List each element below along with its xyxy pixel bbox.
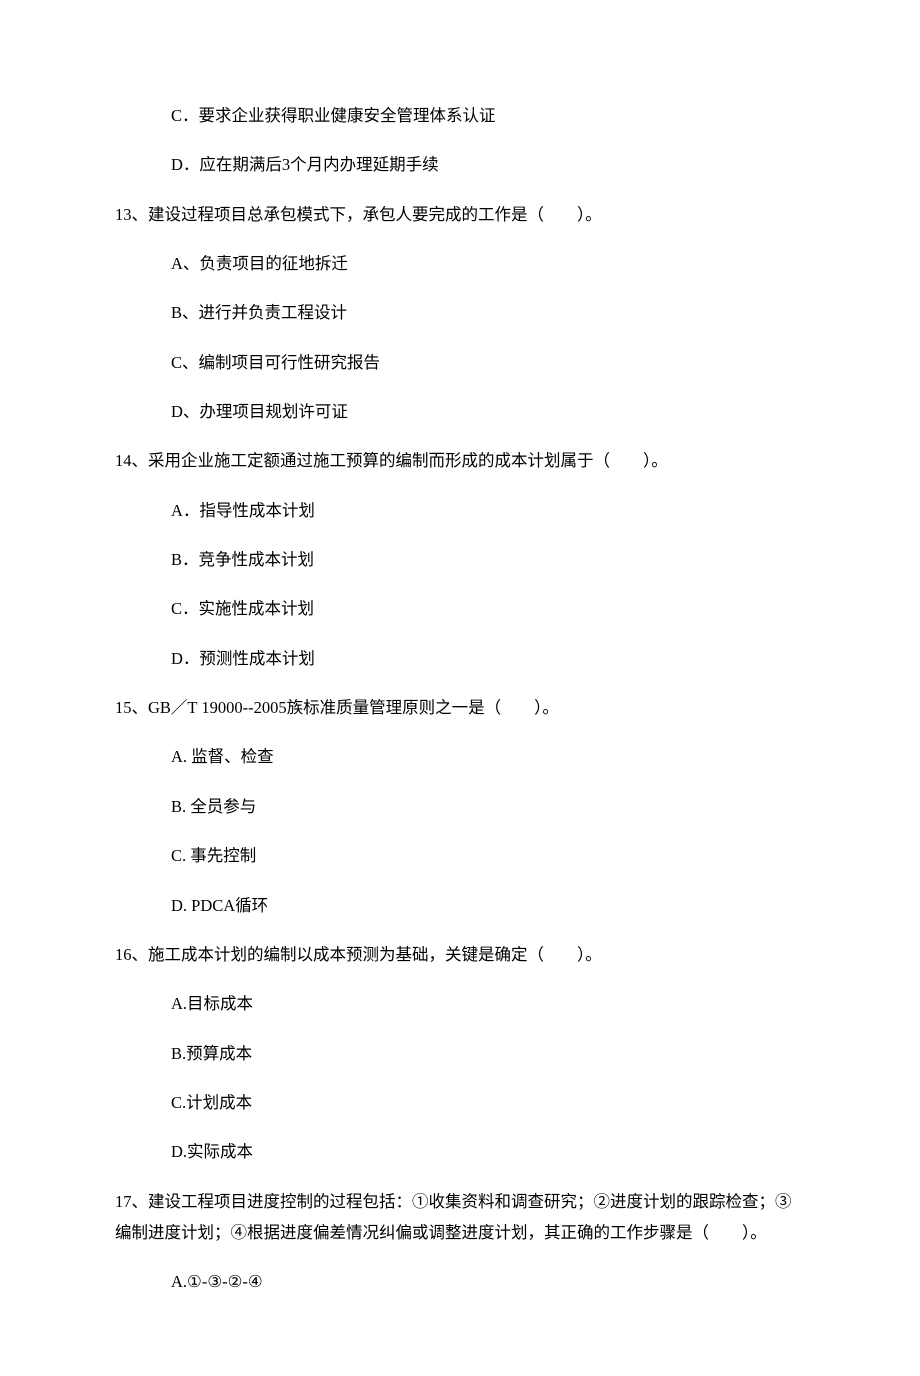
question-stem: 建设工程项目进度控制的过程包括：①收集资料和调查研究；②进度计划的跟踪检查；③编… bbox=[115, 1192, 792, 1242]
option-text: C．实施性成本计划 bbox=[171, 599, 314, 618]
orphan-option-d: D．应在期满后3个月内办理延期手续 bbox=[115, 149, 805, 180]
question-stem: 建设过程项目总承包模式下，承包人要完成的工作是（ ）。 bbox=[148, 205, 602, 224]
option-text: A.目标成本 bbox=[171, 994, 253, 1013]
option-a: A、负责项目的征地拆迁 bbox=[115, 248, 805, 279]
question-number: 15、 bbox=[115, 698, 148, 717]
option-text: C、编制项目可行性研究报告 bbox=[171, 353, 380, 372]
option-text: B、进行并负责工程设计 bbox=[171, 303, 347, 322]
question-number: 14、 bbox=[115, 451, 148, 470]
question-stem: 施工成本计划的编制以成本预测为基础，关键是确定（ ）。 bbox=[148, 945, 602, 964]
option-text: A．指导性成本计划 bbox=[171, 501, 315, 520]
question-13: 13、建设过程项目总承包模式下，承包人要完成的工作是（ ）。 A、负责项目的征地… bbox=[115, 199, 805, 428]
question-text: 14、采用企业施工定额通过施工预算的编制而形成的成本计划属于（ ）。 bbox=[115, 445, 805, 476]
option-text: B. 全员参与 bbox=[171, 797, 256, 816]
option-text: A. 监督、检查 bbox=[171, 747, 274, 766]
option-c: C.计划成本 bbox=[115, 1087, 805, 1118]
orphan-option-c: C．要求企业获得职业健康安全管理体系认证 bbox=[115, 100, 805, 131]
option-text: A、负责项目的征地拆迁 bbox=[171, 254, 348, 273]
option-text: D．预测性成本计划 bbox=[171, 649, 315, 668]
option-d: D. PDCA循环 bbox=[115, 890, 805, 921]
question-number: 16、 bbox=[115, 945, 148, 964]
option-d: D、办理项目规划许可证 bbox=[115, 396, 805, 427]
option-b: B、进行并负责工程设计 bbox=[115, 297, 805, 328]
question-text: 17、建设工程项目进度控制的过程包括：①收集资料和调查研究；②进度计划的跟踪检查… bbox=[115, 1186, 805, 1249]
option-a: A．指导性成本计划 bbox=[115, 495, 805, 526]
option-d: D．预测性成本计划 bbox=[115, 643, 805, 674]
question-number: 13、 bbox=[115, 205, 148, 224]
option-d: D.实际成本 bbox=[115, 1136, 805, 1167]
option-text: D. PDCA循环 bbox=[171, 896, 268, 915]
question-number: 17、 bbox=[115, 1192, 148, 1211]
option-text: B.预算成本 bbox=[171, 1044, 252, 1063]
option-b: B. 全员参与 bbox=[115, 791, 805, 822]
option-text: A.①-③-②-④ bbox=[171, 1272, 263, 1291]
option-a: A.①-③-②-④ bbox=[115, 1266, 805, 1297]
option-text: C.计划成本 bbox=[171, 1093, 252, 1112]
question-15: 15、GB／T 19000--2005族标准质量管理原则之一是（ ）。 A. 监… bbox=[115, 692, 805, 921]
option-b: B．竞争性成本计划 bbox=[115, 544, 805, 575]
option-b: B.预算成本 bbox=[115, 1038, 805, 1069]
option-text: D．应在期满后3个月内办理延期手续 bbox=[171, 155, 439, 174]
option-text: D.实际成本 bbox=[171, 1142, 253, 1161]
option-text: B．竞争性成本计划 bbox=[171, 550, 314, 569]
option-text: D、办理项目规划许可证 bbox=[171, 402, 348, 421]
option-text: C. 事先控制 bbox=[171, 846, 256, 865]
question-17: 17、建设工程项目进度控制的过程包括：①收集资料和调查研究；②进度计划的跟踪检查… bbox=[115, 1186, 805, 1298]
question-text: 16、施工成本计划的编制以成本预测为基础，关键是确定（ ）。 bbox=[115, 939, 805, 970]
question-stem: 采用企业施工定额通过施工预算的编制而形成的成本计划属于（ ）。 bbox=[148, 451, 668, 470]
question-14: 14、采用企业施工定额通过施工预算的编制而形成的成本计划属于（ ）。 A．指导性… bbox=[115, 445, 805, 674]
option-a: A. 监督、检查 bbox=[115, 741, 805, 772]
document-content: C．要求企业获得职业健康安全管理体系认证 D．应在期满后3个月内办理延期手续 1… bbox=[0, 0, 920, 1376]
question-16: 16、施工成本计划的编制以成本预测为基础，关键是确定（ ）。 A.目标成本 B.… bbox=[115, 939, 805, 1168]
option-c: C、编制项目可行性研究报告 bbox=[115, 347, 805, 378]
option-text: C．要求企业获得职业健康安全管理体系认证 bbox=[171, 106, 496, 125]
option-c: C. 事先控制 bbox=[115, 840, 805, 871]
question-text: 15、GB／T 19000--2005族标准质量管理原则之一是（ ）。 bbox=[115, 692, 805, 723]
option-c: C．实施性成本计划 bbox=[115, 593, 805, 624]
question-stem: GB／T 19000--2005族标准质量管理原则之一是（ ）。 bbox=[148, 698, 559, 717]
option-a: A.目标成本 bbox=[115, 988, 805, 1019]
question-text: 13、建设过程项目总承包模式下，承包人要完成的工作是（ ）。 bbox=[115, 199, 805, 230]
